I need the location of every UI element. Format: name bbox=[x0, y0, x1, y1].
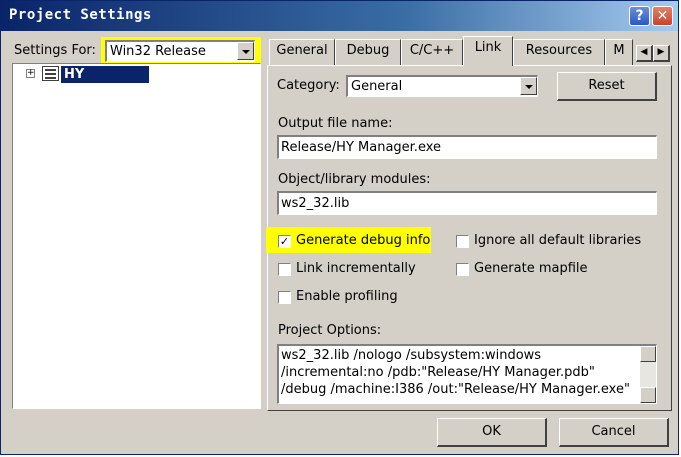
chevron-down-icon[interactable] bbox=[520, 77, 537, 95]
settings-for-label: Settings For: bbox=[14, 43, 96, 58]
link-incrementally-label: Link incrementally bbox=[296, 261, 416, 276]
category-value: General bbox=[351, 79, 403, 94]
generate-mapfile-label: Generate mapfile bbox=[474, 261, 588, 276]
project-options-label: Project Options: bbox=[278, 323, 382, 338]
config-value: Win32 Release bbox=[110, 44, 206, 59]
category-select[interactable]: General bbox=[346, 75, 538, 97]
config-select[interactable]: Win32 Release bbox=[105, 40, 255, 62]
project-settings-window: Project Settings ? ✕ Settings For: Win32… bbox=[0, 0, 679, 455]
options-scrollbar[interactable] bbox=[640, 346, 656, 403]
ignore-default-libraries-label: Ignore all default libraries bbox=[474, 233, 642, 248]
tab-general[interactable]: General bbox=[269, 39, 335, 65]
tab-link[interactable]: Link bbox=[463, 36, 513, 66]
close-button[interactable]: ✕ bbox=[652, 6, 673, 26]
tab-cc[interactable]: C/C++ bbox=[401, 39, 463, 65]
options-line: /debug /machine:I386 /out:"Release/HY Ma… bbox=[281, 382, 630, 397]
expand-icon[interactable]: + bbox=[26, 69, 35, 78]
project-options-textarea[interactable]: ws2_32.lib /nologo /subsystem:windows /i… bbox=[277, 344, 657, 404]
link-incrementally-checkbox[interactable] bbox=[278, 263, 291, 276]
modules-field[interactable]: ws2_32.lib bbox=[277, 191, 657, 215]
output-file-label: Output file name: bbox=[278, 116, 393, 131]
category-label: Category: bbox=[277, 78, 340, 93]
arrow-left-icon: ◀ bbox=[640, 47, 648, 57]
help-icon: ? bbox=[635, 8, 644, 24]
ignore-default-libraries-checkbox[interactable] bbox=[456, 235, 469, 248]
options-line: /incremental:no /pdb:"Release/HY Manager… bbox=[281, 365, 595, 380]
tab-debug[interactable]: Debug bbox=[335, 39, 401, 65]
tab-scroll-left-button[interactable]: ◀ bbox=[636, 45, 653, 62]
output-file-field[interactable]: Release/HY Manager.exe bbox=[277, 135, 657, 159]
scroll-down-button[interactable] bbox=[640, 387, 656, 403]
chevron-down-icon[interactable] bbox=[237, 42, 254, 60]
tab-resources[interactable]: Resources bbox=[513, 39, 605, 65]
window-title: Project Settings bbox=[9, 7, 152, 23]
ok-button[interactable]: OK bbox=[437, 418, 547, 447]
project-tree[interactable]: + HY Manager bbox=[12, 63, 261, 409]
project-icon bbox=[42, 66, 59, 81]
generate-debug-info-label: Generate debug info bbox=[296, 233, 431, 248]
cancel-button[interactable]: Cancel bbox=[559, 418, 669, 447]
enable-profiling-checkbox[interactable] bbox=[278, 291, 291, 304]
tree-item-hy-manager[interactable]: HY Manager bbox=[61, 66, 149, 99]
modules-label: Object/library modules: bbox=[278, 172, 431, 187]
help-button[interactable]: ? bbox=[629, 6, 650, 26]
reset-button[interactable]: Reset bbox=[557, 72, 657, 101]
tab-more[interactable]: M bbox=[605, 39, 633, 65]
enable-profiling-label: Enable profiling bbox=[296, 289, 398, 304]
scroll-up-button[interactable] bbox=[640, 346, 656, 362]
title-bar[interactable]: Project Settings ? ✕ bbox=[1, 1, 678, 31]
generate-mapfile-checkbox[interactable] bbox=[456, 263, 469, 276]
options-line: ws2_32.lib /nologo /subsystem:windows bbox=[281, 348, 542, 363]
close-icon: ✕ bbox=[656, 8, 669, 24]
generate-debug-info-checkbox[interactable]: ✓ bbox=[278, 235, 291, 248]
tab-scroll-right-button[interactable]: ▶ bbox=[653, 45, 670, 62]
arrow-right-icon: ▶ bbox=[657, 47, 665, 57]
